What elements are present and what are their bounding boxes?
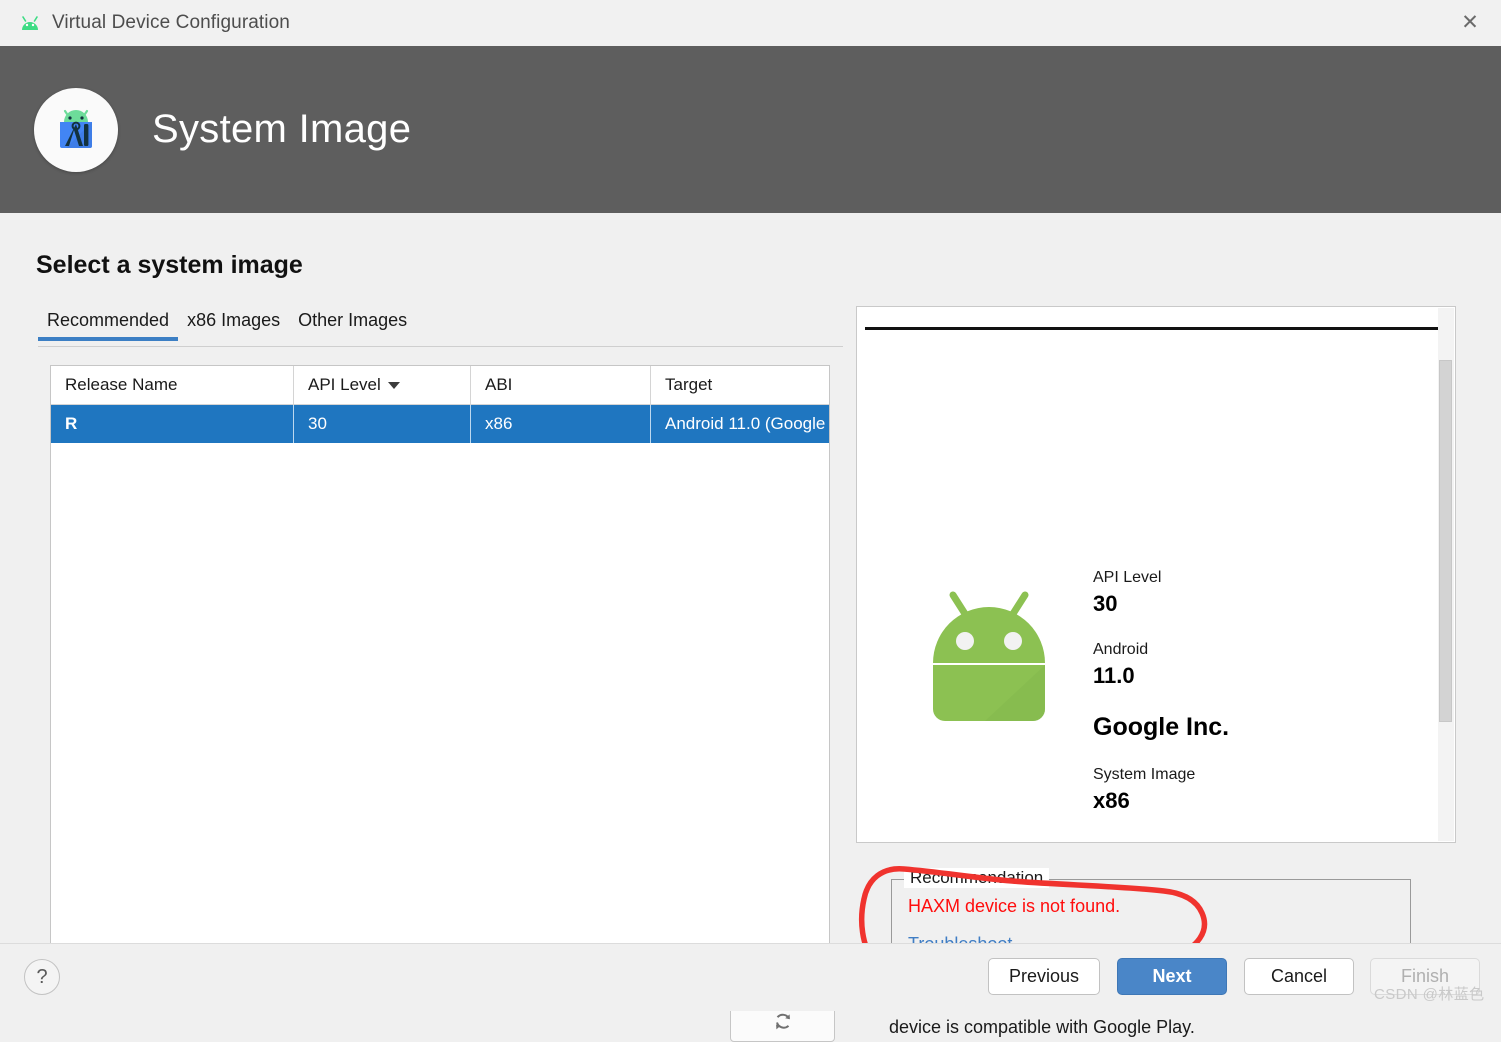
android-studio-logo-icon: [34, 88, 118, 172]
wizard-body: Select a system image Recommended x86 Im…: [0, 213, 1501, 943]
column-header-release-name[interactable]: Release Name: [51, 366, 294, 405]
table-header-row: Release Name API Level ABI Target: [51, 366, 830, 405]
refresh-button[interactable]: [730, 1006, 835, 1042]
sort-descending-icon: [388, 382, 400, 389]
window-title: Virtual Device Configuration: [52, 12, 290, 34]
column-header-target[interactable]: Target: [651, 366, 831, 405]
previous-button[interactable]: Previous: [988, 958, 1100, 995]
cell-release-name: R: [51, 405, 294, 444]
close-icon[interactable]: ✕: [1439, 0, 1501, 45]
detail-value-vendor: Google Inc.: [1093, 713, 1423, 742]
recommendation-error-text: HAXM device is not found.: [908, 896, 1120, 917]
android-robot-icon: [919, 585, 1059, 738]
tab-other-images[interactable]: Other Images: [289, 310, 416, 340]
page-title: System Image: [152, 107, 411, 152]
cancel-button[interactable]: Cancel: [1244, 958, 1354, 995]
detail-scrollbar-thumb[interactable]: [1439, 360, 1452, 722]
wizard-footer: ? Previous Next Cancel Finish: [0, 943, 1501, 1011]
table-row[interactable]: R 30 x86 Android 11.0 (Google Pla: [51, 405, 830, 444]
tab-recommended[interactable]: Recommended: [38, 310, 178, 340]
detail-divider: [865, 327, 1449, 330]
image-category-tabs: Recommended x86 Images Other Images: [38, 310, 843, 347]
section-heading: Select a system image: [36, 251, 303, 280]
system-image-table[interactable]: Release Name API Level ABI Target R 30 x…: [50, 365, 830, 984]
detail-field-list: API Level 30 Android 11.0 Google Inc. Sy…: [1093, 569, 1423, 838]
detail-value-android: 11.0: [1093, 663, 1423, 689]
cell-api-level: 30: [294, 405, 471, 444]
detail-label-system-image: System Image: [1093, 766, 1423, 784]
column-header-api-level-label: API Level: [308, 375, 381, 394]
detail-value-api-level: 30: [1093, 591, 1423, 617]
refresh-icon: [772, 1011, 794, 1038]
help-button[interactable]: ?: [24, 959, 60, 995]
detail-label-android: Android: [1093, 641, 1423, 659]
wizard-banner: System Image: [0, 46, 1501, 213]
tab-x86-images[interactable]: x86 Images: [178, 310, 289, 340]
system-image-detail-panel: API Level 30 Android 11.0 Google Inc. Sy…: [856, 306, 1456, 843]
recommendation-legend: Recommendation: [904, 868, 1049, 888]
column-header-abi[interactable]: ABI: [471, 366, 651, 405]
column-header-api-level[interactable]: API Level: [294, 366, 471, 405]
window-title-bar: Virtual Device Configuration ✕: [0, 0, 1501, 47]
cell-abi: x86: [471, 405, 651, 444]
watermark: CSDN @林蓝色: [1374, 983, 1485, 1004]
android-head-icon: [18, 14, 42, 32]
next-button[interactable]: Next: [1117, 958, 1227, 995]
detail-value-system-image: x86: [1093, 788, 1423, 814]
detail-scrollbar[interactable]: [1438, 308, 1454, 841]
cell-target: Android 11.0 (Google Pla: [651, 405, 831, 444]
detail-label-api-level: API Level: [1093, 569, 1423, 587]
